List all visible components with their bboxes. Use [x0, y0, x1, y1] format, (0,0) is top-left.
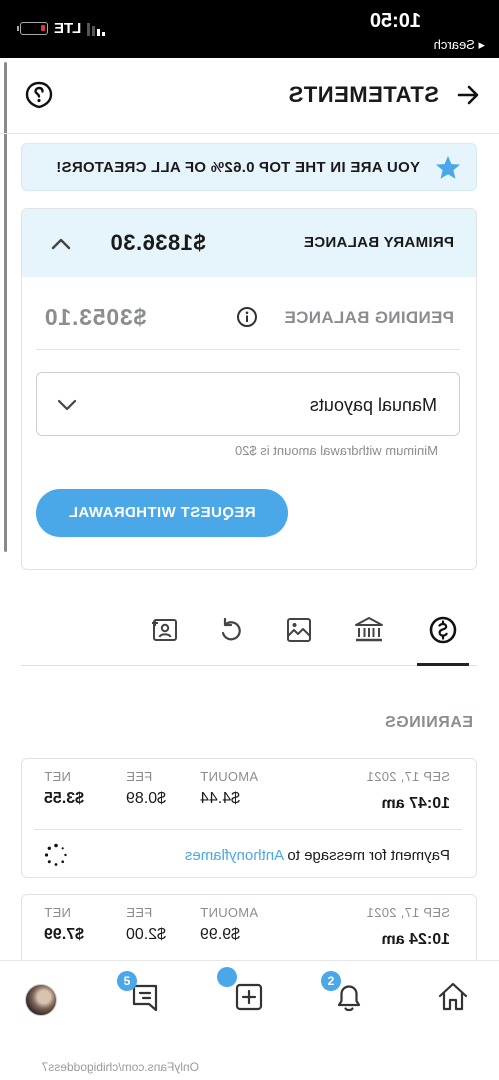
transaction-time: 10:47 am	[381, 795, 451, 812]
spinner-icon	[44, 843, 67, 866]
back-arrow-icon[interactable]	[455, 82, 481, 108]
statement-tabs	[21, 602, 477, 666]
primary-balance-amount: $1836.30	[110, 230, 206, 255]
pending-balance-amount: $3053.10	[44, 304, 147, 330]
divider	[36, 349, 460, 350]
net-value: $7.99	[44, 926, 85, 943]
balance-card: PRIMARY BALANCE $1836.30 PENDING BALANCE…	[21, 208, 477, 570]
tab-referrals[interactable]	[145, 610, 185, 650]
scroll-indicator	[4, 62, 7, 552]
carrier-label: LTE	[54, 20, 82, 37]
tab-bank[interactable]	[349, 610, 389, 650]
home-icon	[438, 982, 468, 1011]
page-header: STATEMENTS	[0, 58, 499, 134]
amount-label: AMOUNT	[200, 769, 259, 784]
transaction-time: 10:24 am	[381, 931, 451, 948]
avatar[interactable]	[25, 984, 57, 1016]
status-time: 10:50	[369, 10, 421, 32]
nav-messages[interactable]: 5	[117, 971, 165, 1017]
bank-icon	[355, 617, 383, 642]
minimum-withdrawal-note: Minimum withdrawal amount is $20	[234, 443, 438, 458]
status-bar: 10:50 ◂ Search LTE	[0, 0, 499, 58]
fee-label: FEE	[126, 905, 153, 920]
chevron-down-icon	[57, 399, 77, 411]
signal-icon	[87, 22, 106, 36]
user-link[interactable]: Anthonyflames	[185, 847, 284, 864]
net-value: $3.55	[44, 790, 85, 807]
amount-label: AMOUNT	[200, 905, 259, 920]
primary-balance-header[interactable]: PRIMARY BALANCE $1836.30	[21, 209, 476, 277]
status-indicators: LTE	[20, 20, 106, 37]
transaction-description: Payment for message to Anthonyflames	[185, 847, 450, 864]
transaction-card[interactable]: SEP 17, 2021 10:47 am AMOUNT $4.44 FEE $…	[21, 758, 477, 878]
amount-value: $4.44	[200, 790, 241, 807]
notifications-badge: 2	[321, 971, 341, 991]
app-screen: 10:50 ◂ Search LTE STATEMENTS YOU ARE IN…	[0, 0, 499, 1080]
image-icon	[287, 618, 311, 642]
payout-mode-value: Manual payouts	[309, 395, 437, 415]
fee-label: FEE	[126, 769, 153, 784]
star-icon	[436, 156, 460, 179]
battery-icon	[20, 22, 48, 35]
description-text: Payment for message to	[284, 847, 450, 864]
help-icon[interactable]	[24, 80, 54, 110]
nav-add-post[interactable]	[217, 967, 269, 1017]
nav-home[interactable]	[433, 977, 473, 1017]
divider	[34, 829, 462, 830]
net-label: NET	[44, 769, 71, 784]
net-label: NET	[44, 905, 71, 920]
amount-value: $9.99	[200, 926, 241, 943]
watermark-url: OnlyFans.com/chibigoddess7	[41, 1060, 199, 1074]
pending-balance-label: PENDING BALANCE	[284, 308, 454, 327]
add-icon	[235, 983, 263, 1011]
banner-text: YOU ARE IN THE TOP 0.62% OF ALL CREATORS…	[55, 159, 420, 176]
request-withdrawal-button[interactable]: REQUEST WITHDRAWAL	[36, 489, 288, 537]
tab-earnings[interactable]	[423, 610, 463, 650]
back-to-search-link[interactable]: ◂ Search	[434, 37, 485, 53]
redo-icon	[221, 617, 241, 641]
bottom-navigation: 2 5	[0, 960, 499, 1038]
payout-mode-select[interactable]: Manual payouts	[36, 372, 460, 436]
add-post-dot	[217, 967, 237, 987]
messages-badge: 5	[117, 971, 137, 991]
tab-recurring[interactable]	[211, 610, 251, 650]
tab-media[interactable]	[279, 610, 319, 650]
transaction-date: SEP 17, 2021	[366, 905, 450, 920]
info-icon[interactable]	[236, 306, 258, 328]
transaction-date: SEP 17, 2021	[366, 769, 450, 784]
earnings-section-title: EARNINGS	[384, 714, 473, 731]
page-title: STATEMENTS	[288, 82, 439, 107]
primary-balance-label: PRIMARY BALANCE	[303, 234, 454, 251]
fee-value: $2.00	[126, 926, 167, 943]
fee-value: $0.89	[126, 790, 167, 807]
dollar-icon	[429, 616, 457, 644]
chevron-up-icon[interactable]	[50, 235, 72, 251]
nav-notifications[interactable]: 2	[321, 971, 369, 1017]
top-creator-banner: YOU ARE IN THE TOP 0.62% OF ALL CREATORS…	[21, 143, 477, 191]
contact-icon	[152, 619, 177, 641]
